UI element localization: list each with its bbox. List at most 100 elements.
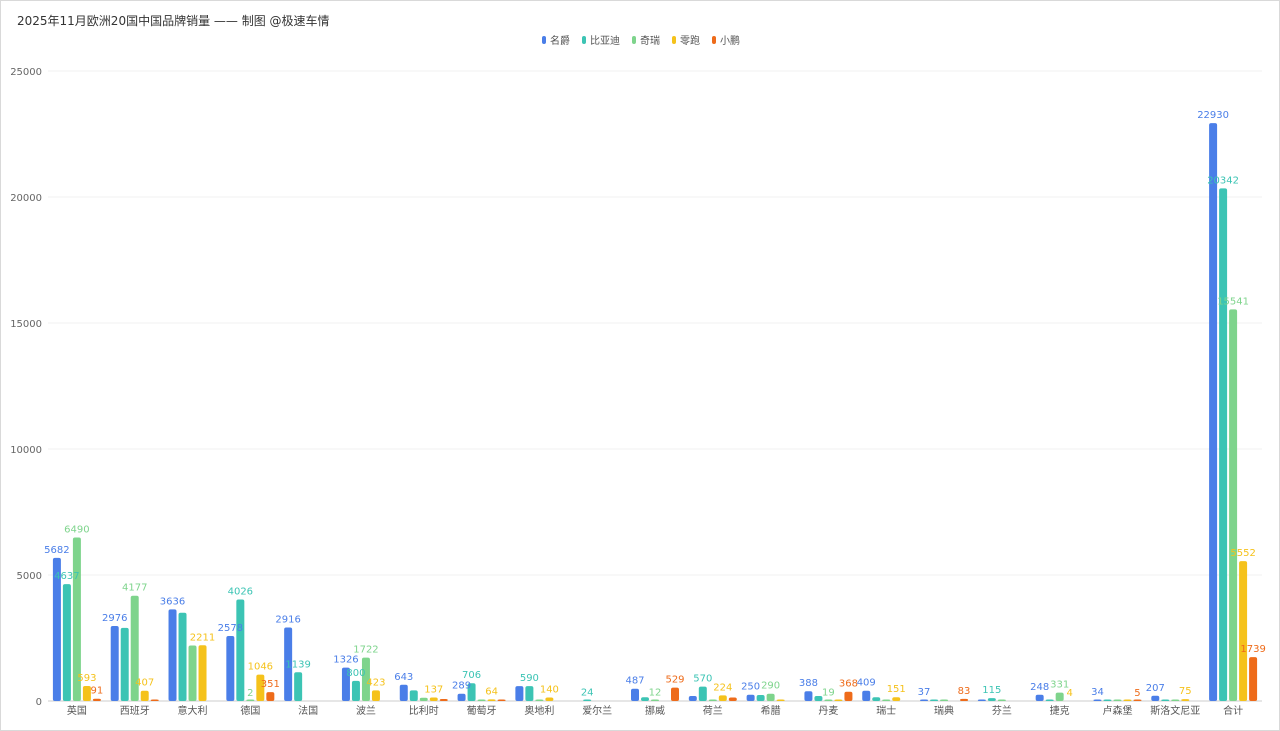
- bar: [92, 698, 101, 701]
- bar: [1103, 699, 1112, 701]
- data-label: 351: [261, 679, 280, 690]
- data-label: 22930: [1197, 110, 1229, 121]
- data-label: 4177: [122, 583, 147, 594]
- bar: [429, 697, 438, 701]
- y-tick-label: 10000: [10, 445, 42, 456]
- bar: [246, 699, 255, 701]
- data-label: 1722: [353, 645, 378, 656]
- data-label: 20342: [1207, 175, 1239, 186]
- x-tick-label: 瑞典: [934, 704, 954, 717]
- data-label: 1739: [1240, 644, 1265, 655]
- bar: [1035, 694, 1044, 701]
- bar: [824, 699, 833, 701]
- data-label: 2976: [102, 613, 127, 624]
- data-label: 4: [1066, 688, 1072, 699]
- bar: [1219, 188, 1228, 702]
- x-tick-label: 瑞士: [876, 704, 896, 717]
- x-tick-label: 西班牙: [120, 705, 150, 717]
- data-label: 151: [887, 684, 906, 695]
- data-label: 5552: [1230, 548, 1255, 559]
- bar: [804, 691, 813, 701]
- bar: [1249, 657, 1258, 701]
- bar: [728, 697, 737, 701]
- x-tick-label: 爱尔兰: [582, 704, 612, 717]
- data-label: 487: [625, 676, 644, 687]
- bar: [1171, 699, 1180, 701]
- bar: [688, 695, 697, 701]
- data-label: 140: [540, 684, 559, 695]
- bar: [1113, 699, 1122, 701]
- data-label: 593: [77, 673, 96, 684]
- bar: [862, 690, 871, 701]
- x-tick-label: 荷兰: [703, 704, 723, 717]
- bar: [1161, 699, 1170, 701]
- bar: [718, 695, 727, 701]
- bar: [930, 699, 939, 701]
- x-tick-label: 卢森堡: [1102, 704, 1132, 717]
- data-label: 4637: [54, 571, 79, 582]
- bar: [1239, 561, 1248, 701]
- x-tick-label: 法国: [298, 704, 318, 717]
- bar: [987, 698, 996, 701]
- x-tick-label: 葡萄牙: [467, 704, 497, 717]
- bar: [1093, 699, 1102, 701]
- x-tick-label: 丹麦: [818, 705, 838, 717]
- bar: [671, 687, 679, 701]
- bar: [1133, 699, 1142, 701]
- data-label: 24: [581, 687, 594, 698]
- bar: [168, 609, 177, 701]
- x-tick-label: 芬兰: [992, 704, 1012, 717]
- data-label: 224: [713, 682, 732, 693]
- bar: [62, 584, 71, 701]
- x-tick-label: 比利时: [409, 705, 439, 717]
- data-label: 643: [394, 672, 413, 683]
- bar: [1151, 695, 1160, 701]
- bar-chart: 0 5000 10000 15000 20000 25000 英国 西班牙 意大利 德国 法国 波兰 比…: [10, 67, 1266, 717]
- bar: [266, 692, 275, 701]
- bar: [960, 698, 969, 701]
- bar: [120, 627, 129, 701]
- data-label: 34: [1091, 687, 1104, 698]
- bar: [236, 599, 245, 701]
- bar: [844, 691, 853, 701]
- data-label: 1139: [285, 659, 310, 670]
- data-label: 83: [958, 686, 971, 697]
- data-label: 5682: [44, 545, 69, 556]
- bar: [515, 686, 524, 701]
- data-label: 2211: [190, 632, 215, 643]
- bar: [766, 693, 775, 701]
- bar: [834, 699, 843, 701]
- bar: [756, 694, 765, 701]
- bar: [140, 690, 149, 701]
- bar: [477, 699, 486, 701]
- bar: [178, 612, 187, 701]
- x-tick-label: 希腊: [761, 704, 781, 717]
- bar: [198, 645, 207, 701]
- data-label: 64: [485, 686, 498, 697]
- data-label: 407: [135, 678, 154, 689]
- bar: [294, 672, 303, 701]
- x-tick-label: 奥地利: [524, 704, 554, 717]
- data-label: 529: [665, 675, 684, 686]
- bar: [399, 684, 408, 701]
- data-label: 2578: [218, 623, 243, 634]
- bar: [226, 636, 235, 701]
- bar: [997, 699, 1006, 701]
- data-label: 4026: [228, 587, 253, 598]
- data-label: 800: [346, 668, 365, 679]
- bar: [457, 693, 466, 701]
- y-tick-label: 0: [36, 697, 42, 708]
- bar: [535, 699, 544, 701]
- bar: [1045, 699, 1054, 701]
- x-tick-label: 捷克: [1050, 704, 1070, 717]
- bar: [351, 680, 360, 701]
- bar: [1123, 699, 1132, 701]
- data-label: 75: [1179, 686, 1192, 697]
- bar: [1055, 692, 1064, 701]
- bar: [583, 699, 592, 701]
- data-label: 12: [649, 688, 662, 699]
- data-label: 2: [247, 688, 253, 699]
- bar: [110, 626, 119, 701]
- y-tick-label: 5000: [17, 571, 42, 582]
- bar: [525, 686, 534, 701]
